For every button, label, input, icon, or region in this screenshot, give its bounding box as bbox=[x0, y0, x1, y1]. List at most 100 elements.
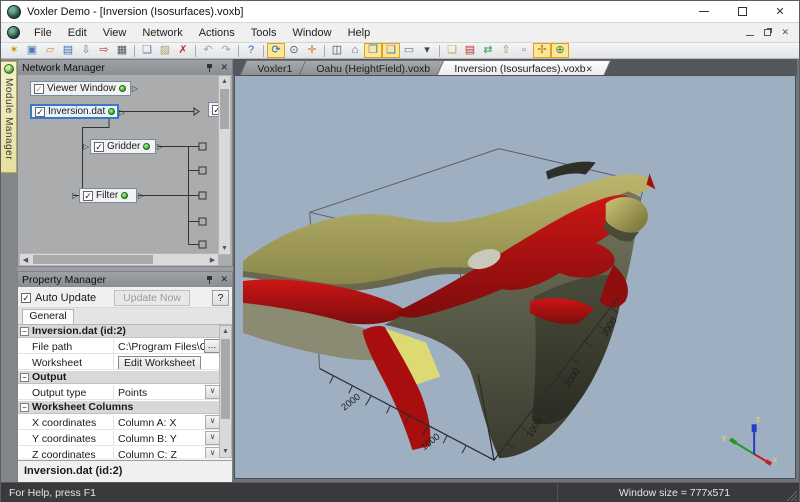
toolbar-separator bbox=[324, 45, 325, 57]
import-file-button[interactable]: ⇩ bbox=[77, 43, 95, 58]
copy-button[interactable]: ❏ bbox=[138, 43, 156, 58]
dropdown-icon[interactable]: ∨ bbox=[205, 431, 220, 445]
move-up-button[interactable]: ⇧ bbox=[497, 43, 515, 58]
browse-button[interactable]: … bbox=[204, 339, 220, 353]
open-file-button[interactable]: ▱ bbox=[41, 43, 59, 58]
close-button[interactable]: ✕ bbox=[761, 1, 799, 22]
help-button[interactable]: ? bbox=[212, 290, 229, 306]
save-image-button[interactable]: ▤ bbox=[461, 43, 479, 58]
network-horizontal-scrollbar[interactable]: ◀ ▶ bbox=[19, 253, 219, 266]
pan-tool-button[interactable]: ✛ bbox=[303, 43, 321, 58]
view-dropdown-button[interactable]: ▾ bbox=[418, 43, 436, 58]
child-close-button[interactable]: ✕ bbox=[781, 27, 789, 38]
menu-file[interactable]: File bbox=[26, 25, 60, 41]
perspective-view-button[interactable]: ❒ bbox=[364, 43, 382, 58]
output-arrow-icon[interactable]: ▷ bbox=[132, 84, 138, 93]
new-network-button[interactable]: ✶ bbox=[5, 43, 23, 58]
file-path-value[interactable]: C:\Program Files\Golden...… bbox=[114, 339, 220, 353]
node-inversion-dat[interactable]: ✓ Inversion.dat ▷ bbox=[30, 104, 119, 119]
wireframe-view-button[interactable]: ▭ bbox=[400, 43, 418, 58]
dropdown-icon[interactable]: ∨ bbox=[205, 415, 220, 429]
child-restore-button[interactable] bbox=[764, 29, 771, 36]
node-checkbox[interactable]: ✓ bbox=[94, 142, 104, 152]
redo-button[interactable]: ↷ bbox=[217, 43, 235, 58]
tab-close-icon[interactable]: ✕ bbox=[586, 64, 593, 74]
node-status-dot bbox=[121, 192, 128, 199]
pin-icon[interactable] bbox=[206, 63, 214, 73]
menu-actions[interactable]: Actions bbox=[191, 25, 243, 41]
paste-button[interactable]: ▨ bbox=[156, 43, 174, 58]
output-type-select[interactable]: Points∨ bbox=[114, 385, 220, 399]
network-canvas[interactable]: ✓ Viewer Window ▷ ✓ Inversion.dat ▷ ▷ ✓ bbox=[18, 75, 219, 255]
auto-update-checkbox[interactable]: ✓ bbox=[21, 293, 31, 303]
export-file-button[interactable]: ⇨ bbox=[95, 43, 113, 58]
node-viewer-window[interactable]: ✓ Viewer Window ▷ bbox=[30, 81, 131, 96]
output-arrow-icon[interactable]: ▷ bbox=[138, 191, 144, 200]
property-row: Worksheet Edit Worksheet bbox=[18, 355, 220, 370]
viewport-3d[interactable]: 2000 1000 1000 2000 3000 z y bbox=[234, 75, 796, 479]
print-button[interactable]: ▦ bbox=[113, 43, 131, 58]
node-checkbox[interactable]: ✓ bbox=[83, 191, 93, 201]
menu-edit[interactable]: Edit bbox=[60, 25, 95, 41]
section-header[interactable]: − Inversion.dat (id:2) bbox=[18, 325, 220, 338]
reload-data-button[interactable]: ⇄ bbox=[479, 43, 497, 58]
rotate-trackball-button[interactable]: ⟳ bbox=[267, 43, 285, 58]
y-coordinates-select[interactable]: Column B: Y∨ bbox=[114, 431, 220, 445]
node-gridder[interactable]: ▷ ✓ Gridder ▷ bbox=[90, 139, 156, 154]
network-vertical-scrollbar[interactable]: ▲ ▼ bbox=[218, 75, 231, 255]
undo-button[interactable]: ↶ bbox=[199, 43, 217, 58]
x-coordinates-select[interactable]: Column A: X∨ bbox=[114, 415, 220, 429]
document-tab-2[interactable]: Oahu (HeightField).voxb bbox=[299, 60, 449, 75]
selection-box-button[interactable]: ▫ bbox=[515, 43, 533, 58]
new-module-button[interactable]: ▣ bbox=[23, 43, 41, 58]
home-view-button[interactable]: ⌂ bbox=[346, 43, 364, 58]
show-axes-button[interactable]: ✢ bbox=[533, 43, 551, 58]
tab-general[interactable]: General bbox=[22, 309, 74, 324]
dropdown-icon[interactable]: ∨ bbox=[205, 447, 220, 458]
add-module-button[interactable]: ⊕ bbox=[551, 43, 569, 58]
orthographic-view-button[interactable]: ❑ bbox=[382, 43, 400, 58]
node-checkbox[interactable]: ✓ bbox=[35, 107, 45, 117]
dropdown-icon[interactable]: ∨ bbox=[205, 385, 220, 399]
network-menu-icon[interactable] bbox=[7, 26, 20, 39]
menu-help[interactable]: Help bbox=[340, 25, 379, 41]
menu-network[interactable]: Network bbox=[134, 25, 190, 41]
collapse-icon[interactable]: − bbox=[20, 327, 29, 336]
output-arrow-icon[interactable]: ▷ bbox=[119, 108, 125, 117]
toolbar-separator bbox=[238, 45, 239, 57]
zoom-tool-button[interactable]: ⊙ bbox=[285, 43, 303, 58]
close-panel-icon[interactable]: ✕ bbox=[220, 62, 228, 73]
help-pointer-button[interactable]: ? bbox=[242, 43, 260, 58]
delete-button[interactable]: ✗ bbox=[174, 43, 192, 58]
module-manager-label: Module Manager bbox=[3, 78, 14, 160]
node-filter[interactable]: ▷ ✓ Filter ▷ bbox=[79, 188, 137, 203]
menu-tools[interactable]: Tools bbox=[243, 25, 285, 41]
node-checkbox[interactable]: ✓ bbox=[34, 84, 44, 94]
copy-image-button[interactable]: ❏ bbox=[443, 43, 461, 58]
triad-x-label: x bbox=[773, 455, 777, 464]
property-grid-scrollbar[interactable]: ▲ ▼ bbox=[219, 325, 232, 458]
save-file-button[interactable]: ▤ bbox=[59, 43, 77, 58]
resize-grip[interactable] bbox=[787, 491, 797, 501]
zoom-extents-button[interactable]: ◫ bbox=[328, 43, 346, 58]
section-header[interactable]: − Worksheet Columns bbox=[18, 401, 220, 414]
minimize-button[interactable] bbox=[685, 1, 723, 22]
close-panel-icon[interactable]: ✕ bbox=[220, 274, 228, 285]
module-manager-tab[interactable]: Module Manager bbox=[1, 61, 17, 173]
output-arrow-icon[interactable]: ▷ bbox=[157, 142, 163, 151]
update-now-button[interactable]: Update Now bbox=[114, 290, 190, 306]
section-header[interactable]: − Output bbox=[18, 371, 220, 384]
menu-view[interactable]: View bbox=[95, 25, 135, 41]
edit-worksheet-button[interactable]: Edit Worksheet bbox=[118, 356, 201, 369]
maximize-button[interactable] bbox=[723, 1, 761, 22]
network-manager-panel: Network Manager ✕ bbox=[17, 59, 233, 267]
collapse-icon[interactable]: − bbox=[20, 403, 29, 412]
menu-window[interactable]: Window bbox=[284, 25, 339, 41]
input-arrow-icon[interactable]: ▷ bbox=[72, 191, 78, 200]
z-coordinates-select[interactable]: Column C: Z∨ bbox=[114, 447, 220, 458]
child-minimize-button[interactable] bbox=[746, 30, 754, 36]
input-arrow-icon[interactable]: ▷ bbox=[83, 142, 89, 151]
document-tab-3[interactable]: Inversion (Isosurfaces).voxb✕ bbox=[437, 60, 612, 75]
pin-icon[interactable] bbox=[206, 275, 214, 285]
collapse-icon[interactable]: − bbox=[20, 373, 29, 382]
